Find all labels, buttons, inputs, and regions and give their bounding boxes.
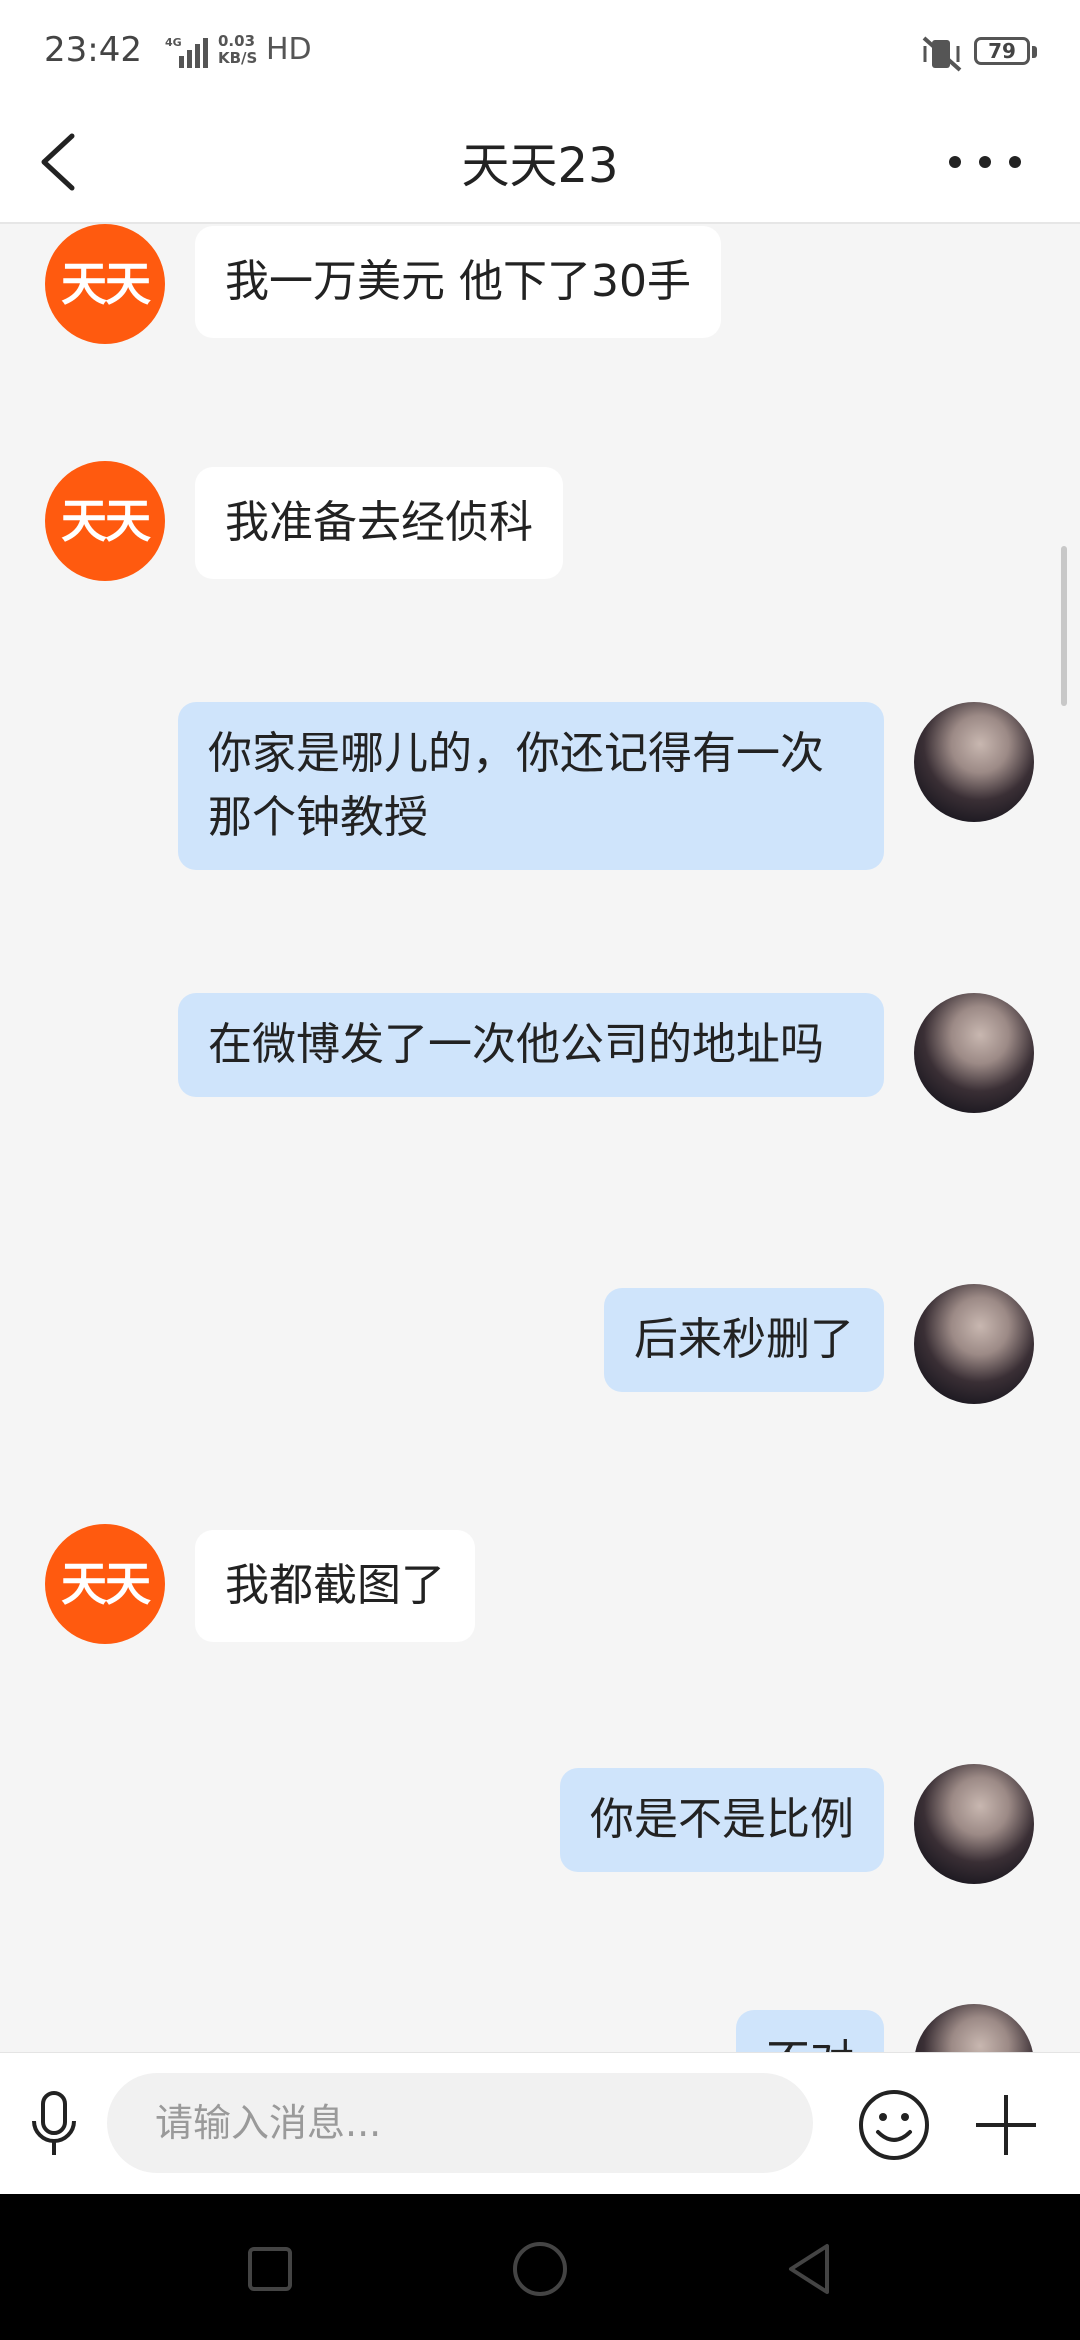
message-bubble[interactable]: 你是不是比例 <box>560 1768 884 1872</box>
system-nav-bar <box>0 2194 1080 2340</box>
network-speed-unit: KB/S <box>218 49 258 67</box>
user-avatar[interactable] <box>914 702 1034 822</box>
home-circle-icon[interactable] <box>505 2234 575 2304</box>
status-time: 23:42 <box>44 30 142 70</box>
page-title: 天天23 <box>461 138 619 194</box>
message-bubble[interactable]: 不对 <box>736 2010 884 2052</box>
message-input[interactable] <box>107 2073 813 2173</box>
message-bubble[interactable]: 我都截图了 <box>195 1530 475 1642</box>
user-avatar[interactable] <box>914 2004 1034 2052</box>
network-speed: 0.03 KB/S <box>218 33 257 67</box>
message-bubble[interactable]: 在微博发了一次他公司的地址吗 <box>178 993 884 1097</box>
status-bar: 23:42 4G 0.03 KB/S HD 79 <box>0 0 1080 100</box>
message-bubble[interactable]: 你家是哪儿的，你还记得有一次那个钟教授 <box>178 702 884 870</box>
contact-avatar[interactable]: 天天 <box>45 1524 165 1644</box>
plus-icon[interactable] <box>968 2087 1044 2163</box>
user-avatar[interactable] <box>914 1764 1034 1884</box>
user-avatar[interactable] <box>914 993 1034 1113</box>
emoji-icon[interactable] <box>856 2087 932 2163</box>
message-bubble[interactable]: 我一万美元 他下了30手 <box>195 226 721 338</box>
microphone-icon[interactable] <box>22 2089 86 2161</box>
contact-avatar[interactable]: 天天 <box>45 224 165 344</box>
battery-tip <box>1032 46 1037 58</box>
scrollbar[interactable] <box>1061 546 1067 706</box>
more-dots-icon[interactable] <box>940 130 1030 194</box>
hd-indicator: HD <box>266 32 312 67</box>
signal-icon: 4G <box>165 36 208 68</box>
chat-header: 天天23 <box>0 100 1080 224</box>
message-bubble[interactable]: 后来秒删了 <box>604 1288 884 1392</box>
back-triangle-icon[interactable] <box>775 2234 845 2304</box>
battery-indicator: 79 <box>974 37 1030 65</box>
network-speed-value: 0.03 <box>218 32 256 50</box>
message-bubble[interactable]: 我准备去经侦科 <box>195 467 563 579</box>
message-list[interactable]: 天天 我一万美元 他下了30手 天天 我准备去经侦科 你家是哪儿的，你还记得有一… <box>0 224 1080 2052</box>
recents-square-icon[interactable] <box>235 2234 305 2304</box>
vibrate-mute-icon <box>922 36 962 72</box>
network-type: 4G <box>165 36 182 49</box>
user-avatar[interactable] <box>914 1284 1034 1404</box>
message-input-bar <box>0 2052 1080 2194</box>
contact-avatar[interactable]: 天天 <box>45 461 165 581</box>
